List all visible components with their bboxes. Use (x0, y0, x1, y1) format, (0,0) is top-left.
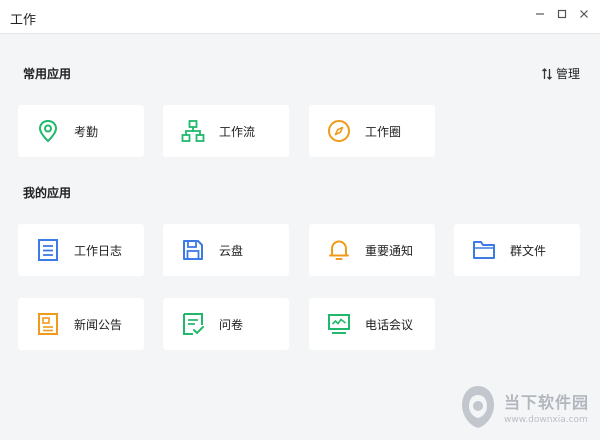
maximize-icon (557, 9, 567, 19)
my-apps-title: 我的应用 (23, 186, 72, 200)
newspaper-icon (36, 312, 60, 336)
app-card-group-files[interactable]: 群文件 (454, 224, 580, 276)
app-label: 工作日志 (74, 244, 123, 258)
watermark: 当下软件园 www.downxia.com (458, 378, 598, 436)
maximize-button[interactable] (554, 6, 570, 22)
common-apps-title: 常用应用 (23, 67, 72, 81)
app-card-attendance[interactable]: 考勤 (18, 105, 144, 157)
monitor-icon (327, 312, 351, 336)
app-label: 云盘 (219, 244, 244, 258)
app-card-important-notice[interactable]: 重要通知 (309, 224, 435, 276)
app-card-news[interactable]: 新闻公告 (18, 298, 144, 350)
compass-icon (327, 119, 351, 143)
app-card-work-circle[interactable]: 工作圈 (309, 105, 435, 157)
app-card-work-log[interactable]: 工作日志 (18, 224, 144, 276)
close-button[interactable] (576, 6, 592, 22)
app-label: 工作圈 (365, 125, 402, 139)
app-label: 群文件 (510, 244, 547, 258)
watermark-url: www.downxia.com (504, 415, 588, 425)
window-controls (532, 6, 592, 22)
sort-arrows-icon (542, 67, 552, 80)
manage-label: 管理 (555, 67, 580, 81)
close-icon (580, 10, 588, 18)
minimize-icon (536, 13, 544, 15)
bell-icon (327, 238, 351, 262)
app-card-survey[interactable]: 问卷 (163, 298, 289, 350)
app-label: 重要通知 (365, 244, 414, 258)
location-pin-icon (36, 119, 60, 143)
title-bar: 工作 (0, 0, 600, 34)
app-label: 问卷 (219, 318, 244, 332)
watermark-text: 当下软件园 (504, 393, 590, 412)
folder-icon (472, 238, 496, 262)
org-chart-icon (181, 119, 205, 143)
document-icon (36, 238, 60, 262)
minimize-button[interactable] (532, 6, 548, 22)
app-label: 新闻公告 (74, 318, 123, 332)
manage-button[interactable]: 管理 (541, 65, 580, 82)
survey-icon (181, 312, 205, 336)
app-label: 考勤 (74, 125, 99, 139)
app-label: 工作流 (219, 125, 256, 139)
app-card-workflow[interactable]: 工作流 (163, 105, 289, 157)
app-card-conference-call[interactable]: 电话会议 (309, 298, 435, 350)
app-card-cloud-drive[interactable]: 云盘 (163, 224, 289, 276)
watermark-logo-icon (462, 386, 494, 428)
floppy-disk-icon (181, 238, 205, 262)
app-label: 电话会议 (365, 318, 414, 332)
window-title: 工作 (10, 13, 37, 28)
